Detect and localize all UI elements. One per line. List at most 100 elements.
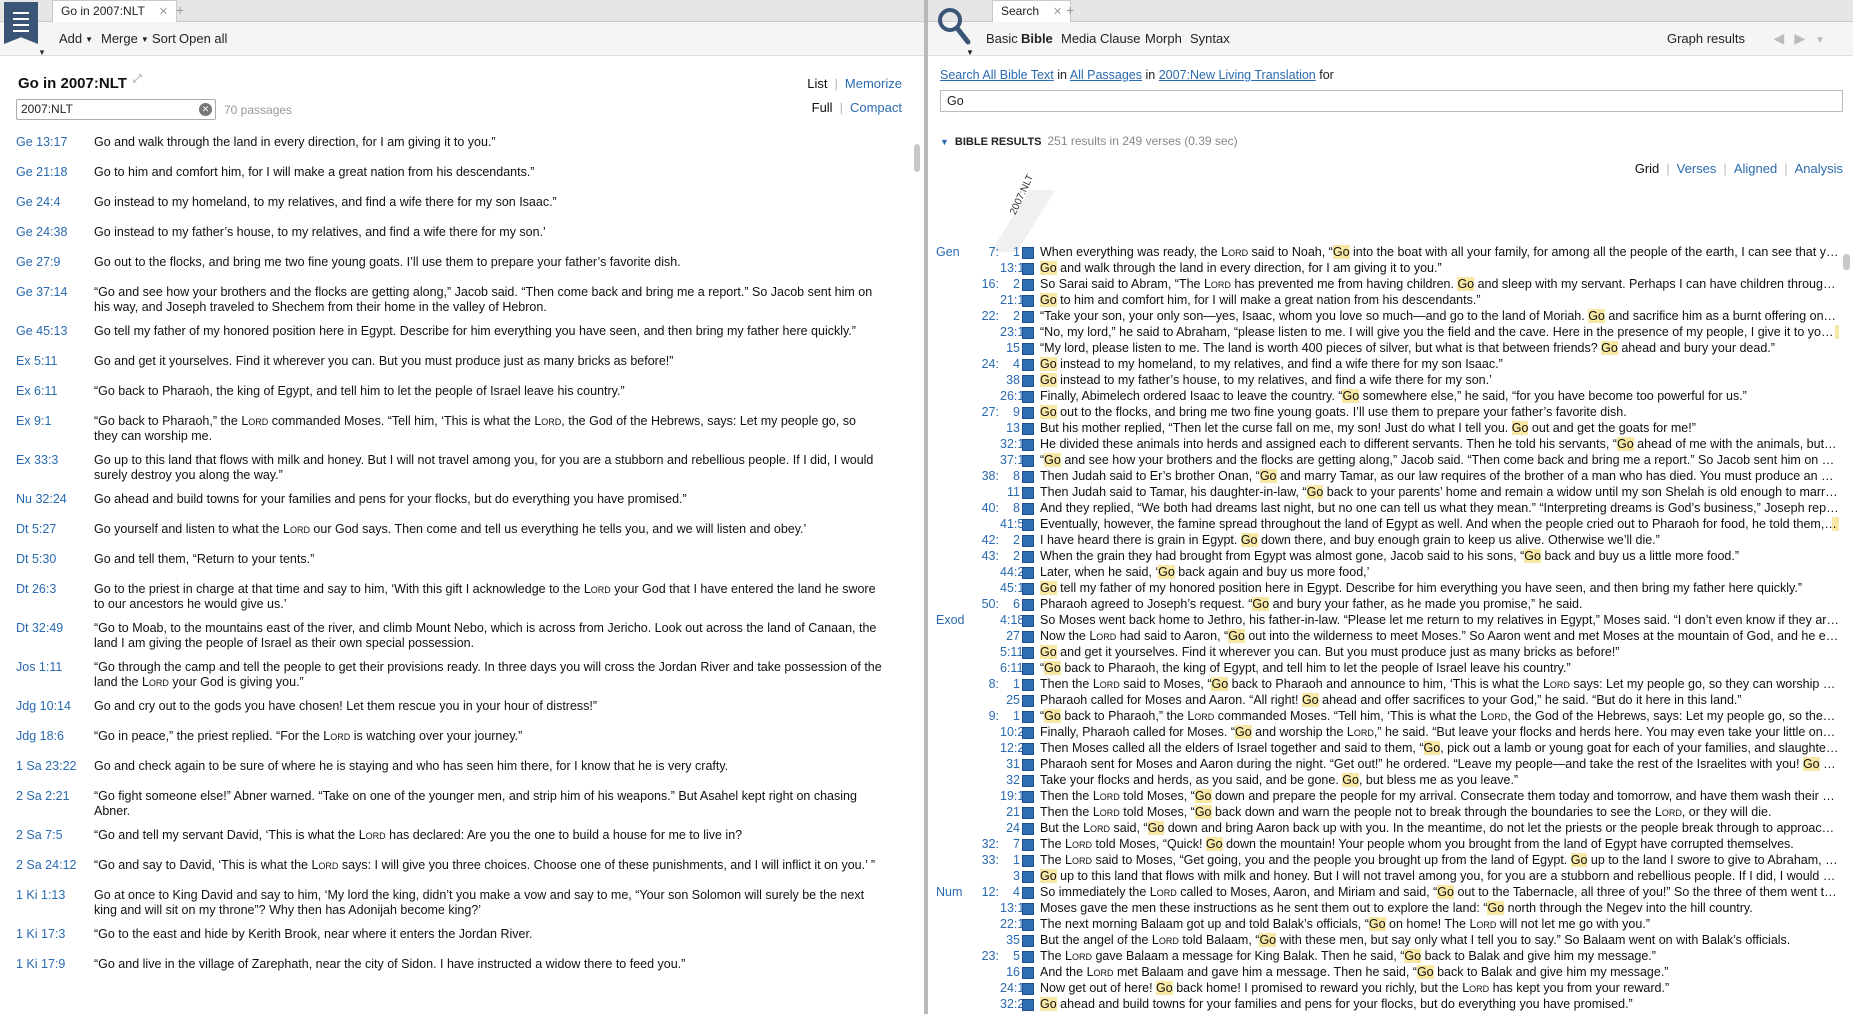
- tab-media[interactable]: Media: [1061, 31, 1096, 46]
- list-item[interactable]: Ge 24:4 Go instead to my homeland, to my …: [0, 193, 910, 223]
- result-verse[interactable]: 12:21: [1000, 740, 1031, 756]
- result-row[interactable]: 38: 8 Then Judah said to Er’s brother Onan…: [928, 468, 1839, 484]
- result-row[interactable]: 32:24 Go ahead and build towns for your f…: [928, 996, 1839, 1012]
- result-row[interactable]: 37:14 “Go and see how your brothers and t…: [928, 452, 1839, 468]
- result-hit-marker[interactable]: [1022, 999, 1034, 1011]
- result-hit-marker[interactable]: [1022, 935, 1034, 947]
- result-hit-marker[interactable]: [1022, 823, 1034, 835]
- result-row[interactable]: 35 But the angel of the Lord told Balaam,…: [928, 932, 1839, 948]
- result-verse[interactable]: 16: [1000, 964, 1020, 980]
- result-verse[interactable]: 21:18: [1000, 292, 1031, 308]
- list-item[interactable]: 1 Sa 23:22 Go and check again to be sure …: [0, 757, 910, 787]
- passage-reference[interactable]: Dt 32:49: [16, 621, 94, 651]
- list-item[interactable]: 2 Sa 2:21 “Go fight someone else!” Abner …: [0, 787, 910, 826]
- result-row[interactable]: 25 Pharaoh called for Moses and Aaron. “A…: [928, 692, 1839, 708]
- result-row[interactable]: 15 “My lord, please listen to me. The lan…: [928, 340, 1839, 356]
- results-header[interactable]: ▼ BIBLE RESULTS 251 results in 249 verses …: [940, 134, 1238, 148]
- scrollbar[interactable]: [1843, 244, 1850, 1004]
- result-chapter[interactable]: 23:: [962, 948, 999, 964]
- result-chapter[interactable]: 33:: [962, 852, 999, 868]
- back-arrow-icon[interactable]: ◀: [1774, 30, 1795, 46]
- result-row[interactable]: 16: 2 So Sarai said to Abram, “The Lord ha…: [928, 276, 1839, 292]
- result-hit-marker[interactable]: [1022, 743, 1034, 755]
- graph-results-button[interactable]: Graph results: [1667, 31, 1745, 46]
- result-chapter[interactable]: 27:: [962, 404, 999, 420]
- result-verse[interactable]: 21: [1000, 804, 1020, 820]
- passage-reference[interactable]: Ex 6:11: [16, 384, 94, 405]
- result-hit-marker[interactable]: [1022, 247, 1034, 259]
- result-verse[interactable]: 24: [1000, 820, 1020, 836]
- result-verse[interactable]: 10:24: [1000, 724, 1031, 740]
- result-row[interactable]: 23:11 “No, my lord,” he said to Abraham, …: [928, 324, 1839, 340]
- result-chapter[interactable]: 32:: [962, 836, 999, 852]
- chevron-down-icon[interactable]: ▼: [966, 48, 974, 57]
- list-item[interactable]: Dt 5:27 Go yourself and listen to what th…: [0, 520, 910, 550]
- result-chapter[interactable]: 7:: [962, 244, 999, 260]
- list-item[interactable]: Ge 27:9 Go out to the flocks, and bring m…: [0, 253, 910, 283]
- result-hit-marker[interactable]: [1022, 567, 1034, 579]
- result-verse[interactable]: 5: [1000, 948, 1020, 964]
- result-chapter[interactable]: 42:: [962, 532, 999, 548]
- result-verse[interactable]: 6: [1000, 596, 1020, 612]
- passage-reference[interactable]: 1 Sa 23:22: [16, 759, 94, 780]
- result-hit-marker[interactable]: [1022, 407, 1034, 419]
- passage-reference[interactable]: Ge 21:18: [16, 165, 94, 186]
- result-row[interactable]: 19:10 Then the Lord told Moses, “Go down …: [928, 788, 1839, 804]
- result-row[interactable]: 41:55 Eventually, however, the famine spr…: [928, 516, 1839, 532]
- passage-reference[interactable]: Ex 33:3: [16, 453, 94, 483]
- version-link[interactable]: 2007:New Living Translation: [1159, 68, 1316, 82]
- result-row[interactable]: 10:24 Finally, Pharaoh called for Moses. …: [928, 724, 1839, 740]
- chevron-down-icon[interactable]: ▼: [38, 48, 46, 57]
- list-item[interactable]: Ex 6:11 “Go back to Pharaoh, the king of …: [0, 382, 910, 412]
- tab-bible[interactable]: Bible: [1021, 31, 1053, 46]
- result-hit-marker[interactable]: [1022, 871, 1034, 883]
- sort-button[interactable]: Sort: [152, 31, 176, 46]
- view-mode-analysis[interactable]: Analysis: [1795, 161, 1843, 176]
- result-row[interactable]: 33: 1 The Lord said to Moses, “Get going, …: [928, 852, 1839, 868]
- passage-reference[interactable]: 1 Ki 1:13: [16, 888, 94, 918]
- result-verse[interactable]: 24:11: [1000, 980, 1030, 996]
- result-verse[interactable]: 32: [1000, 772, 1020, 788]
- result-chapter[interactable]: 22:: [962, 308, 999, 324]
- result-hit-marker[interactable]: [1022, 775, 1034, 787]
- result-verse[interactable]: 13: [1000, 420, 1020, 436]
- result-hit-marker[interactable]: [1022, 391, 1034, 403]
- result-row[interactable]: 22: 2 “Take your son, your only son—yes, I…: [928, 308, 1839, 324]
- result-verse[interactable]: 15: [1000, 340, 1020, 356]
- result-row[interactable]: 40: 8 And they replied, “We both had dream…: [928, 500, 1839, 516]
- result-row[interactable]: 24:11 Now get out of here! Go back home! …: [928, 980, 1839, 996]
- list-item[interactable]: Ge 37:14 “Go and see how your brothers an…: [0, 283, 910, 322]
- passage-reference[interactable]: 2 Sa 24:12: [16, 858, 94, 879]
- passage-reference[interactable]: Ge 37:14: [16, 285, 94, 315]
- result-row[interactable]: 32:16 He divided these animals into herds…: [928, 436, 1839, 452]
- passages-scope-link[interactable]: All Passages: [1070, 68, 1142, 82]
- list-item[interactable]: Ex 5:11 Go and get it yourselves. Find it…: [0, 352, 910, 382]
- result-verse[interactable]: 41:55: [1000, 516, 1031, 532]
- result-verse[interactable]: 32:24: [1000, 996, 1031, 1012]
- list-item[interactable]: Ge 13:17 Go and walk through the land in …: [0, 133, 910, 163]
- result-hit-marker[interactable]: [1022, 327, 1034, 339]
- passage-reference[interactable]: Jos 1:11: [16, 660, 94, 690]
- result-chapter[interactable]: 43:: [962, 548, 999, 564]
- result-row[interactable]: 32 Take your flocks and herds, as you sai…: [928, 772, 1839, 788]
- result-hit-marker[interactable]: [1022, 439, 1034, 451]
- result-hit-marker[interactable]: [1022, 535, 1034, 547]
- search-icon[interactable]: [936, 6, 972, 46]
- passage-reference[interactable]: Ge 27:9: [16, 255, 94, 276]
- result-row[interactable]: Num 12: 4 So immediately the Lord called to…: [928, 884, 1839, 900]
- result-row[interactable]: 13 But his mother replied, “Then let the …: [928, 420, 1839, 436]
- result-verse[interactable]: 22:13: [1000, 916, 1031, 932]
- result-hit-marker[interactable]: [1022, 759, 1034, 771]
- result-row[interactable]: 16 And the Lord met Balaam and gave him a…: [928, 964, 1839, 980]
- result-verse[interactable]: 2: [1000, 308, 1020, 324]
- result-row[interactable]: 50: 6 Pharaoh agreed to Joseph’s request. …: [928, 596, 1839, 612]
- result-hit-marker[interactable]: [1022, 919, 1034, 931]
- result-verse[interactable]: 31: [1000, 756, 1020, 772]
- result-chapter[interactable]: 38:: [962, 468, 999, 484]
- list-item[interactable]: Dt 5:30 Go and tell them, “Return to your…: [0, 550, 910, 580]
- passage-reference[interactable]: Jdg 10:14: [16, 699, 94, 720]
- result-row[interactable]: 45:13 Go tell my father of my honored pos…: [928, 580, 1839, 596]
- result-row[interactable]: 44:25 Later, when he said, ‘Go back again…: [928, 564, 1839, 580]
- result-hit-marker[interactable]: [1022, 711, 1034, 723]
- list-item[interactable]: 2 Sa 24:12 “Go and say to David, ‘This is…: [0, 856, 910, 886]
